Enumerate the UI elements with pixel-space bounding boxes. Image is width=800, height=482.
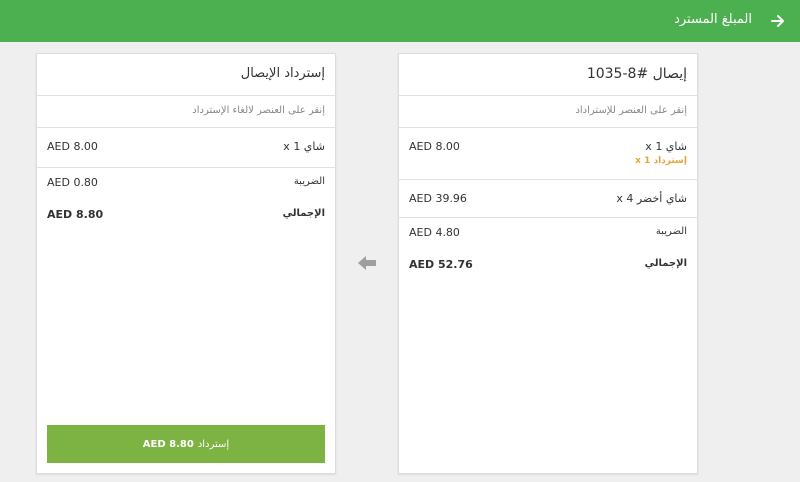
receipt-item-price: AED 39.96: [409, 192, 467, 205]
receipt-item-name: شاي أخضر 4 x: [616, 192, 687, 205]
refund-tax-value: AED 0.80: [47, 176, 98, 189]
receipt-hint: إنقر على العنصر للإستراداد: [575, 105, 687, 116]
app-header: المبلغ المسترد: [0, 0, 800, 42]
receipt-item-refund-note: إسترداد 1 x: [635, 156, 687, 166]
refund-item[interactable]: شاي 1 x AED 8.00: [37, 128, 335, 168]
refund-tax-row: الضريبة AED 0.80: [37, 168, 335, 200]
receipt-item[interactable]: شاي أخضر 4 x AED 39.96: [399, 180, 697, 218]
refund-button-amount: AED 8.80: [142, 438, 194, 450]
receipt-tax-label: الضريبة: [655, 226, 687, 237]
receipt-hint-row: إنقر على العنصر للإستراداد: [399, 96, 697, 128]
receipt-item-name: شاي 1 x: [645, 140, 687, 153]
page-title: المبلغ المسترد: [674, 12, 752, 27]
receipt-tax-value: AED 4.80: [409, 226, 460, 239]
refund-hint-row: إنقر على العنصر لالغاء الإسترداد: [37, 96, 335, 128]
refund-tax-label: الضريبة: [293, 176, 325, 187]
receipt-card: إيصال #8-1035 إنقر على العنصر للإستراداد…: [398, 53, 698, 474]
receipt-tax-row: الضريبة AED 4.80: [399, 218, 697, 250]
refund-total-value: AED 8.80: [47, 208, 104, 221]
arrow-right-icon[interactable]: [766, 9, 790, 33]
receipt-item-price: AED 8.00: [409, 140, 460, 153]
receipt-total-row: الإجمالي AED 52.76: [399, 250, 697, 282]
refund-item-price: AED 8.00: [47, 140, 98, 153]
refund-card: إسترداد الإيصال إنقر على العنصر لالغاء ا…: [36, 53, 336, 474]
receipt-title: إيصال #8-1035: [586, 66, 687, 82]
receipt-header: إيصال #8-1035: [399, 54, 697, 96]
receipt-total-value: AED 52.76: [409, 258, 473, 271]
refund-button-label: إسترداد: [197, 438, 230, 450]
refund-total-label: الإجمالي: [282, 208, 325, 219]
receipt-total-label: الإجمالي: [644, 258, 687, 269]
arrow-left-icon: [358, 256, 376, 270]
refund-total-row: الإجمالي AED 8.80: [37, 200, 335, 232]
refund-title: إسترداد الإيصال: [240, 66, 325, 81]
refund-hint: إنقر على العنصر لالغاء الإسترداد: [192, 105, 325, 116]
receipt-item[interactable]: شاي 1 x إسترداد 1 x AED 8.00: [399, 128, 697, 180]
refund-header: إسترداد الإيصال: [37, 54, 335, 96]
refund-item-name: شاي 1 x: [283, 140, 325, 153]
refund-button[interactable]: إسترداد AED 8.80: [47, 425, 325, 463]
